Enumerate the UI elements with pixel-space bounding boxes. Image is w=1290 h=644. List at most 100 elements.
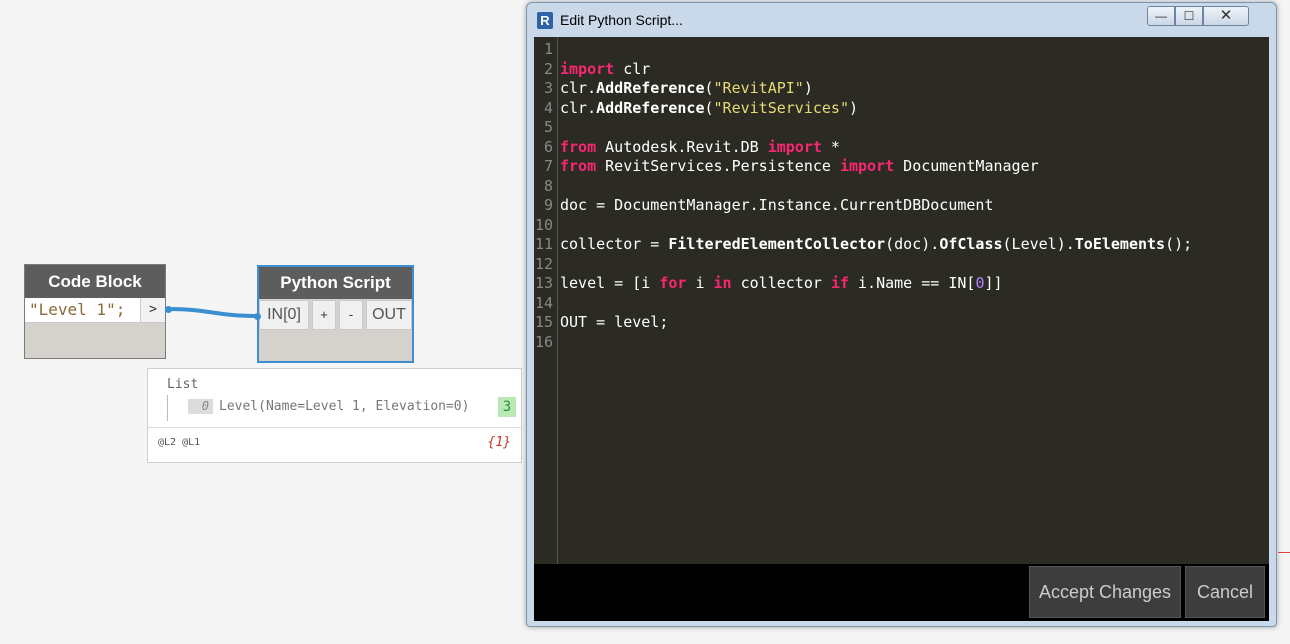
code-token: i bbox=[686, 274, 714, 292]
code-line[interactable]: 11 collector = FilteredElementCollector(d… bbox=[534, 235, 1269, 254]
line-number: 3 bbox=[543, 79, 553, 97]
code-line[interactable]: 2 import clr bbox=[534, 60, 1269, 79]
code-token: OfClass bbox=[939, 235, 1003, 253]
line-number: 12 bbox=[534, 254, 553, 273]
code-line[interactable]: 12 bbox=[534, 255, 1269, 274]
code-block-text[interactable]: "Level 1"; bbox=[29, 300, 125, 319]
code-text[interactable]: from RevitServices.Persistence import Do… bbox=[560, 157, 1039, 176]
code-token: for bbox=[659, 274, 687, 292]
close-button[interactable]: ✕ bbox=[1203, 6, 1249, 26]
line-number: 16 bbox=[534, 332, 553, 351]
code-token: "RevitServices" bbox=[713, 98, 849, 117]
line-number: 9 bbox=[543, 196, 553, 214]
python-input-port-dot[interactable] bbox=[254, 313, 261, 320]
code-token: clr. bbox=[560, 79, 597, 97]
remove-input-button[interactable]: - bbox=[339, 300, 363, 330]
preview-item-badge: 3 bbox=[498, 397, 516, 417]
code-line[interactable]: 9 doc = DocumentManager.Instance.CurrentD… bbox=[534, 196, 1269, 215]
code-token: from bbox=[560, 157, 597, 175]
python-script-node[interactable]: Python Script IN[0] + - OUT bbox=[257, 265, 414, 363]
preview-list-label: List bbox=[167, 377, 199, 392]
revit-app-icon: R bbox=[537, 12, 553, 29]
python-script-title: Python Script bbox=[259, 267, 412, 299]
code-token: (doc). bbox=[885, 235, 940, 253]
preview-item-index: 0 bbox=[188, 399, 213, 414]
code-token: ( bbox=[704, 98, 714, 117]
line-number: 2 bbox=[543, 59, 553, 78]
code-token: if bbox=[830, 274, 849, 292]
line-number: 4 bbox=[543, 98, 553, 117]
code-token: OUT = level; bbox=[560, 313, 669, 331]
code-line[interactable]: 15 OUT = level; bbox=[534, 313, 1269, 332]
line-number: 13 bbox=[534, 274, 553, 292]
preview-tree-line bbox=[167, 395, 168, 421]
line-number: 7 bbox=[543, 157, 553, 175]
line-number: 1 bbox=[543, 40, 553, 58]
code-token: RevitServices.Persistence bbox=[596, 157, 840, 175]
code-line[interactable]: 16 bbox=[534, 333, 1269, 352]
code-token: ( bbox=[704, 79, 714, 97]
add-input-button[interactable]: + bbox=[312, 300, 336, 330]
preview-levels: @L2 @L1 bbox=[158, 437, 201, 448]
code-text[interactable]: doc = DocumentManager.Instance.CurrentDB… bbox=[560, 196, 993, 215]
preview-divider bbox=[148, 427, 521, 428]
code-line[interactable]: 7 from RevitServices.Persistence import D… bbox=[534, 157, 1269, 176]
code-token: import bbox=[560, 59, 615, 78]
code-line[interactable]: 4 clr.AddReference("RevitServices") bbox=[534, 99, 1269, 118]
line-number: 10 bbox=[534, 215, 553, 234]
input-port-in0[interactable]: IN[0] bbox=[259, 300, 309, 330]
code-text[interactable]: collector = FilteredElementCollector(doc… bbox=[560, 235, 1192, 254]
code-token: ) bbox=[803, 79, 813, 97]
minimize-button[interactable]: — bbox=[1147, 6, 1175, 26]
code-line[interactable]: 3 clr.AddReference("RevitAPI") bbox=[534, 79, 1269, 98]
code-line[interactable]: 13 level = [i for i in collector if i.Nam… bbox=[534, 274, 1269, 293]
code-token: DocumentManager bbox=[894, 157, 1039, 175]
code-token: AddReference bbox=[596, 79, 705, 97]
code-text[interactable]: clr.AddReference("RevitServices") bbox=[560, 99, 858, 118]
code-block-output-port[interactable]: > bbox=[140, 298, 165, 322]
line-number: 5 bbox=[543, 118, 553, 136]
code-line[interactable]: 6 from Autodesk.Revit.DB import * bbox=[534, 138, 1269, 157]
output-port-out[interactable]: OUT bbox=[366, 300, 412, 330]
code-block-title: Code Block bbox=[25, 265, 165, 298]
code-token: collector bbox=[731, 274, 831, 292]
code-editor[interactable]: 1 2 import clr 3 clr.AddReference("RevitAPI"… bbox=[534, 37, 1269, 564]
code-text[interactable]: OUT = level; bbox=[560, 313, 668, 332]
code-token: ) bbox=[849, 98, 859, 117]
code-token: import bbox=[839, 157, 895, 175]
line-number: 11 bbox=[534, 235, 553, 253]
accept-changes-button[interactable]: Accept Changes bbox=[1029, 566, 1181, 618]
node-preview-bubble[interactable]: List 0 Level(Name=Level 1, Elevation=0) … bbox=[147, 368, 522, 463]
line-number: 15 bbox=[534, 313, 553, 331]
code-token: FilteredElementCollector bbox=[668, 235, 886, 253]
code-token: Autodesk.Revit.DB bbox=[596, 137, 768, 156]
code-token: * bbox=[821, 137, 840, 156]
code-block-port-dot[interactable] bbox=[165, 306, 172, 313]
line-number: 8 bbox=[543, 176, 553, 195]
cancel-button[interactable]: Cancel bbox=[1185, 566, 1265, 618]
code-text[interactable]: import clr bbox=[560, 60, 650, 79]
line-number: 14 bbox=[534, 293, 553, 312]
code-token: "RevitAPI" bbox=[713, 79, 804, 97]
code-line[interactable]: 14 bbox=[534, 294, 1269, 313]
code-text[interactable]: from Autodesk.Revit.DB import * bbox=[560, 138, 840, 157]
edit-python-script-window[interactable]: R Edit Python Script... — ☐ ✕ 1 2 import c… bbox=[526, 2, 1277, 627]
code-token: ToElements bbox=[1074, 235, 1166, 253]
code-line[interactable]: 10 bbox=[534, 216, 1269, 235]
maximize-button[interactable]: ☐ bbox=[1175, 6, 1203, 26]
code-line[interactable]: 8 bbox=[534, 177, 1269, 196]
code-text[interactable]: clr.AddReference("RevitAPI") bbox=[560, 79, 813, 98]
code-token: i.Name == IN[ bbox=[849, 274, 976, 292]
code-text[interactable]: level = [i for i in collector if i.Name … bbox=[560, 274, 1003, 293]
code-token: from bbox=[560, 137, 597, 156]
code-line[interactable]: 1 bbox=[534, 40, 1269, 59]
window-titlebar[interactable]: R Edit Python Script... — ☐ ✕ bbox=[527, 3, 1276, 36]
code-token: clr bbox=[614, 59, 651, 78]
code-token: clr. bbox=[560, 98, 597, 117]
code-block-editor[interactable]: "Level 1"; > bbox=[25, 298, 165, 323]
code-line[interactable]: 5 bbox=[534, 118, 1269, 137]
window-title: Edit Python Script... bbox=[560, 12, 683, 28]
code-token: in bbox=[713, 274, 732, 292]
code-block-node[interactable]: Code Block "Level 1"; > bbox=[24, 264, 166, 359]
code-token: (Level). bbox=[1002, 235, 1075, 253]
